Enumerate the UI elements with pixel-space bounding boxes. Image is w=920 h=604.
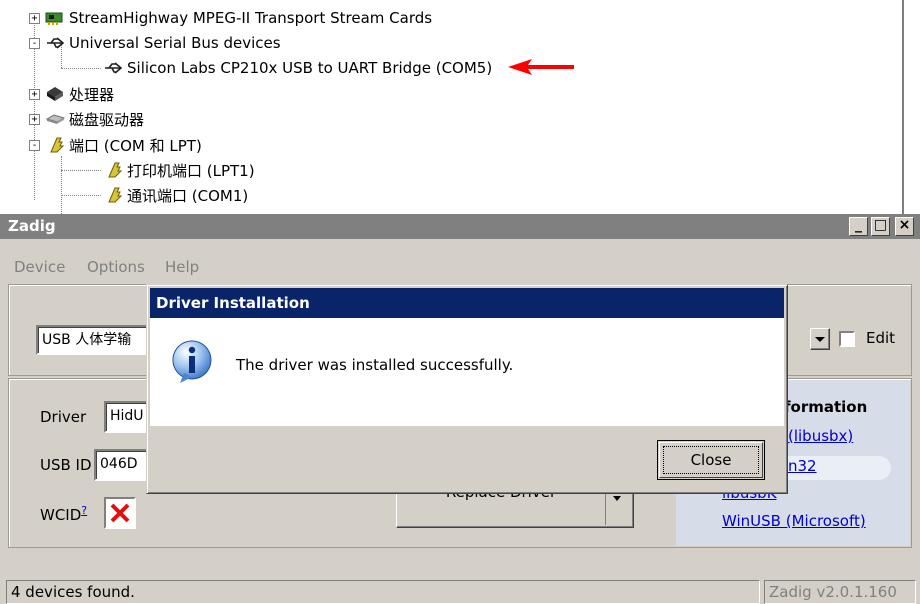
link-libusb-win32[interactable]: n32 bbox=[788, 457, 817, 475]
tree-expander[interactable]: + bbox=[29, 114, 40, 125]
network-card-icon bbox=[45, 9, 65, 27]
tree-item-ports[interactable]: 端口 (COM 和 LPT) bbox=[45, 133, 202, 157]
device-dropdown-button[interactable] bbox=[810, 328, 830, 350]
tree-expander[interactable]: - bbox=[29, 140, 40, 151]
usb-id-label: USB ID bbox=[40, 456, 92, 474]
menu-help[interactable]: Help bbox=[165, 258, 199, 276]
status-devices: 4 devices found. bbox=[6, 580, 760, 604]
wcid-status bbox=[104, 497, 136, 529]
tree-item-disk-drives[interactable]: 磁盘驱动器 bbox=[45, 107, 144, 131]
wcid-text: WCID bbox=[40, 506, 82, 524]
tree-expander[interactable]: - bbox=[29, 38, 40, 49]
usb-icon bbox=[103, 59, 123, 77]
close-window-button[interactable]: × bbox=[895, 217, 914, 236]
port-icon bbox=[103, 186, 123, 204]
tree-item-label: Silicon Labs CP210x USB to UART Bridge (… bbox=[127, 59, 493, 77]
chevron-down-icon bbox=[815, 337, 825, 342]
tree-line bbox=[61, 156, 62, 214]
port-icon bbox=[45, 136, 65, 154]
processor-icon bbox=[45, 85, 65, 103]
link-winusb[interactable]: WinUSB (Microsoft) bbox=[722, 512, 866, 530]
status-bar: 4 devices found. Zadig v2.0.1.160 bbox=[0, 580, 920, 604]
red-arrow-icon bbox=[508, 59, 574, 75]
tree-item-label: 磁盘驱动器 bbox=[69, 110, 145, 129]
usb-id-field: 046D bbox=[94, 449, 154, 481]
wcid-help-link[interactable]: ? bbox=[81, 504, 87, 517]
info-title: formation bbox=[784, 398, 868, 416]
tree-expander[interactable]: + bbox=[29, 13, 40, 24]
close-button-label: Close bbox=[663, 446, 759, 474]
port-icon bbox=[103, 161, 123, 179]
tree-item-label: StreamHighway MPEG-II Transport Stream C… bbox=[69, 9, 433, 27]
tree-line bbox=[61, 170, 101, 171]
menu-device[interactable]: Device bbox=[14, 258, 65, 276]
menu-options[interactable]: Options bbox=[87, 258, 145, 276]
status-version: Zadig v2.0.1.160 bbox=[764, 580, 916, 604]
device-select[interactable]: USB 人体学输 bbox=[36, 325, 156, 355]
tree-scroll-edge bbox=[902, 0, 920, 214]
link-libusbx[interactable]: (libusbx) bbox=[788, 427, 853, 445]
driver-installation-dialog: Driver Installation The driver was insta… bbox=[146, 284, 788, 494]
tree-item-label: 打印机端口 (LPT1) bbox=[127, 161, 255, 180]
minimize-button[interactable]: _ bbox=[849, 217, 868, 236]
edit-label: Edit bbox=[866, 329, 896, 347]
window-title: Zadig bbox=[0, 214, 920, 239]
tree-line bbox=[61, 195, 101, 196]
tree-item-label: 端口 (COM 和 LPT) bbox=[69, 136, 202, 155]
tree-item-label: Universal Serial Bus devices bbox=[69, 34, 281, 52]
maximize-button[interactable]: □ bbox=[871, 217, 890, 236]
dialog-title: Driver Installation bbox=[150, 288, 784, 318]
disk-drive-icon bbox=[45, 110, 66, 128]
driver-label: Driver bbox=[40, 408, 87, 426]
tree-item-label: 处理器 bbox=[69, 85, 115, 104]
usb-icon bbox=[45, 34, 65, 52]
edit-checkbox[interactable] bbox=[839, 331, 855, 347]
tree-item-lpt1[interactable]: 打印机端口 (LPT1) bbox=[103, 158, 255, 182]
wcid-label: WCID? bbox=[40, 504, 87, 524]
tree-expander[interactable]: + bbox=[29, 89, 40, 100]
tree-item-streamhighway[interactable]: StreamHighway MPEG-II Transport Stream C… bbox=[45, 6, 432, 30]
tree-line bbox=[61, 68, 101, 69]
tree-item-processor[interactable]: 处理器 bbox=[45, 82, 114, 106]
device-manager-tree: + StreamHighway MPEG-II Transport Stream… bbox=[0, 0, 920, 214]
tree-item-com1[interactable]: 通讯端口 (COM1) bbox=[103, 183, 248, 207]
tree-item-label: 通讯端口 (COM1) bbox=[127, 186, 249, 205]
red-x-icon bbox=[110, 503, 130, 523]
dialog-message: The driver was installed successfully. bbox=[236, 356, 514, 374]
close-button[interactable]: Close bbox=[657, 440, 765, 480]
dialog-body: The driver was installed successfully. bbox=[150, 318, 784, 426]
tree-item-usb-devices[interactable]: Universal Serial Bus devices bbox=[45, 31, 281, 55]
info-icon bbox=[172, 340, 212, 383]
tree-item-cp210x[interactable]: Silicon Labs CP210x USB to UART Bridge (… bbox=[103, 56, 492, 80]
